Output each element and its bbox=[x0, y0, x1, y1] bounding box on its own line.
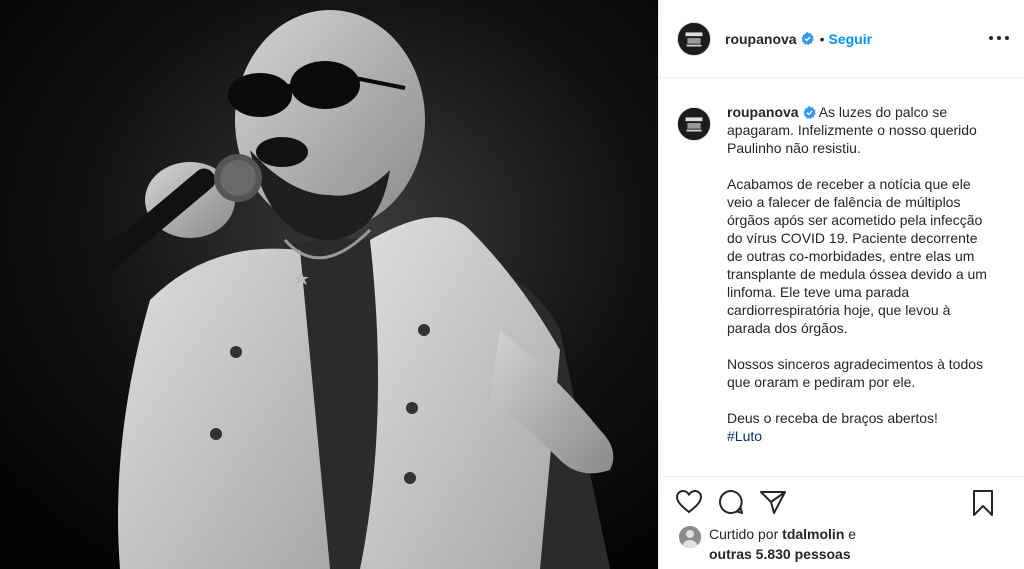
header-separator: • bbox=[819, 30, 825, 47]
likes-connector: e bbox=[848, 526, 857, 542]
caption-text: roupanova As luzes do palco se apagaram.… bbox=[727, 103, 997, 475]
likes-text: Curtido por tdalmolin e outras 5.830 pes… bbox=[709, 524, 856, 564]
action-bar bbox=[659, 476, 1024, 526]
singer-photo-illustration bbox=[0, 0, 658, 569]
caption-paragraph-2: Acabamos de receber a notícia que ele ve… bbox=[727, 176, 987, 336]
likes-others-count[interactable]: outras 5.830 pessoas bbox=[709, 546, 851, 562]
heart-icon[interactable] bbox=[675, 488, 703, 516]
more-options-icon[interactable] bbox=[989, 30, 1009, 46]
verified-badge-icon bbox=[800, 32, 814, 45]
caption-paragraph-4: Deus o receba de braços abertos! #Luto bbox=[727, 409, 997, 445]
roupa-nova-logo-icon bbox=[678, 108, 710, 140]
caption-section: roupanova As luzes do palco se apagaram.… bbox=[659, 79, 1024, 475]
bookmark-icon[interactable] bbox=[969, 489, 997, 517]
share-icon[interactable] bbox=[759, 488, 787, 516]
caption-username[interactable]: roupanova bbox=[727, 104, 799, 120]
follow-button[interactable]: Seguir bbox=[828, 31, 872, 47]
likes-prefix: Curtido por bbox=[709, 526, 779, 542]
caption-paragraph-3: Nossos sinceros agradecimentos à todos q… bbox=[727, 356, 984, 390]
verified-badge-icon bbox=[802, 106, 816, 119]
post-photo[interactable] bbox=[0, 0, 658, 569]
post-side-panel: roupanova • Seguir roupanova As luzes do… bbox=[658, 0, 1024, 569]
post-header: roupanova • Seguir bbox=[659, 0, 1024, 78]
roupa-nova-logo-icon bbox=[678, 22, 710, 55]
hashtag-link[interactable]: #Luto bbox=[727, 427, 997, 445]
caption-avatar[interactable] bbox=[677, 107, 711, 141]
liker-avatar[interactable] bbox=[679, 526, 701, 548]
caption-paragraph-1: roupanova As luzes do palco se apagaram.… bbox=[727, 103, 997, 157]
liker-username[interactable]: tdalmolin bbox=[782, 526, 844, 542]
likes-summary: Curtido por tdalmolin e outras 5.830 pes… bbox=[659, 524, 1024, 564]
caption-paragraph-4-text: Deus o receba de braços abertos! bbox=[727, 410, 938, 426]
instagram-post: roupanova • Seguir roupanova As luzes do… bbox=[0, 0, 1024, 569]
profile-avatar[interactable] bbox=[677, 21, 711, 56]
comment-icon[interactable] bbox=[717, 488, 745, 516]
header-username[interactable]: roupanova bbox=[725, 31, 797, 47]
